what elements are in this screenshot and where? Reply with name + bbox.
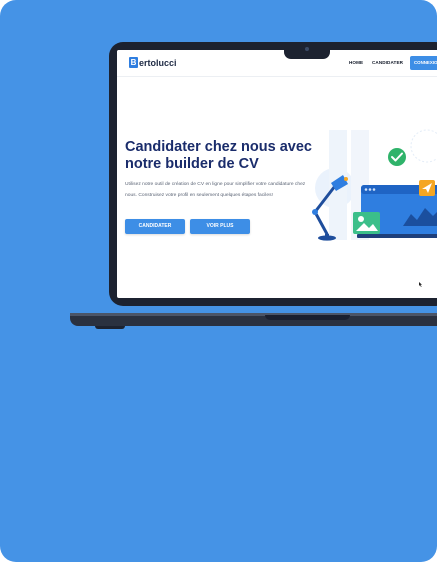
nav-link-home[interactable]: HOME [349, 60, 363, 65]
voir-plus-button[interactable]: VOIR PLUS [190, 219, 250, 234]
mouse-cursor-icon [419, 282, 422, 287]
hero-illustration [312, 129, 437, 241]
logo-text: ertolucci [139, 57, 177, 68]
laptop-base-edge [70, 313, 437, 316]
paper-plane-icon [419, 180, 435, 196]
laptop-base-groove [265, 315, 350, 320]
logo[interactable]: Bertolucci [129, 57, 177, 68]
connexion-button[interactable]: CONNEXION [410, 56, 437, 70]
camera-icon [305, 47, 309, 51]
image-icon [353, 212, 380, 234]
checkmark-badge-icon [388, 148, 406, 166]
candidater-button[interactable]: CANDIDATER [125, 219, 185, 234]
laptop-foot [95, 326, 125, 329]
laptop-screen: Bertolucci HOME CANDIDATER CONNEXION Can… [117, 50, 437, 298]
logo-letter: B [129, 57, 138, 68]
background-card: Bertolucci HOME CANDIDATER CONNEXION Can… [0, 0, 437, 562]
hero-description: Utilisez notre outil de création de CV e… [125, 182, 306, 198]
decor-dashed-circle [410, 129, 437, 163]
navbar: Bertolucci HOME CANDIDATER CONNEXION [117, 50, 437, 77]
nav-link-candidater[interactable]: CANDIDATER [372, 60, 403, 65]
hero-title: Candidater chez nous avec notre builder … [125, 139, 312, 172]
